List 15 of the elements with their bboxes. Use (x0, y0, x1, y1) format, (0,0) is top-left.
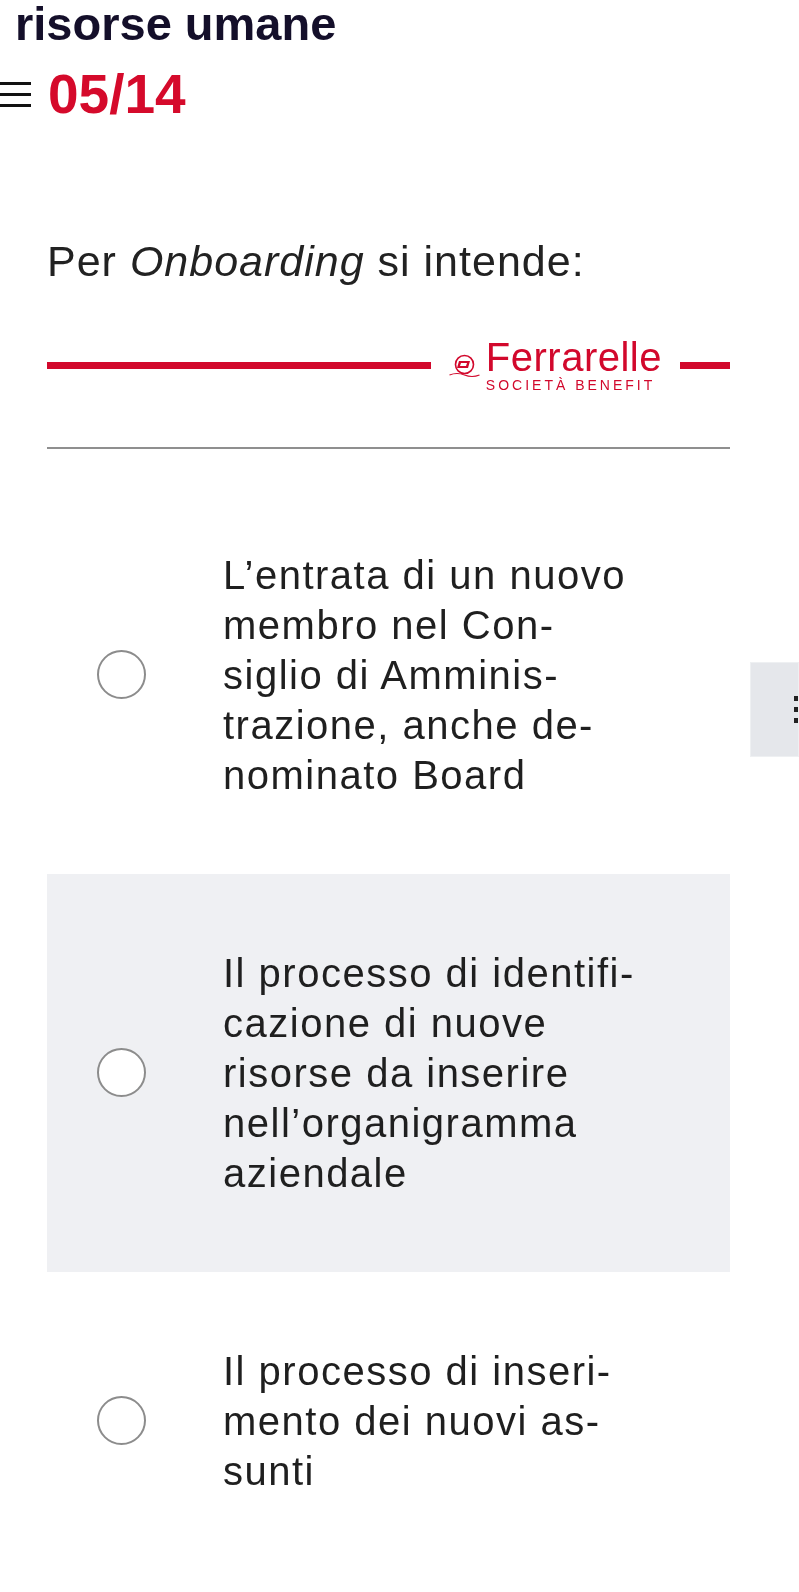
answer-text: Il processo di inseri- mento dei nuovi as- sunti (223, 1347, 612, 1495)
radio-button[interactable] (97, 1048, 146, 1098)
question-text: Per Onboarding si intende: (47, 236, 585, 287)
question-counter: 05/14 (48, 67, 186, 122)
emblem-icon (448, 353, 480, 378)
answer-text: Il processo di identifi- cazione di nuove risorse da inserire nell’organigramma aziendale (223, 949, 635, 1197)
logo-tagline: SOCIETÀ BENEFIT (485, 377, 656, 392)
menu-icon[interactable] (0, 82, 31, 107)
highlighted-option-row[interactable]: Il processo di identifi- cazione di nuove risorse da inserire nell’organigramma aziendale (47, 873, 730, 1272)
answer-text: L’entrata di un nuovo membro nel Con- siglio di Amminis- trazione, anche de- nominato Board (223, 551, 626, 799)
radio-button[interactable] (97, 1396, 146, 1446)
page-title: risorse umane (15, 0, 337, 47)
vertical-dots-icon (794, 696, 798, 723)
radio-button[interactable] (97, 650, 146, 700)
logo-wordmark: Ferrarelle (485, 339, 662, 374)
